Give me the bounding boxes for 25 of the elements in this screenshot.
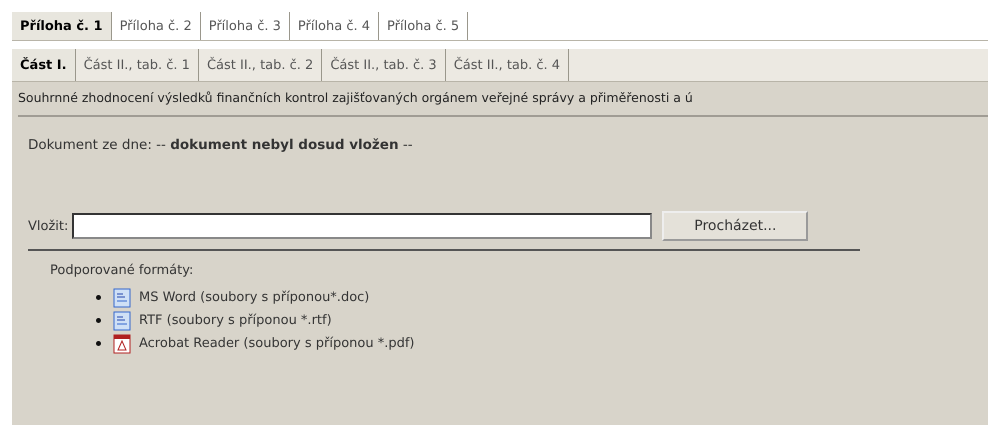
tab[interactable]: Část I. [12,49,76,81]
format-label: Acrobat Reader (soubory s příponou *.pdf) [139,335,414,353]
bullet-icon [96,295,101,300]
tab[interactable]: Část II., tab. č. 1 [76,49,199,81]
tab[interactable]: Příloha č. 4 [290,12,380,40]
tab[interactable]: Příloha č. 1 [12,12,112,40]
format-label: MS Word (soubory s příponou*.doc) [139,289,370,307]
format-label: RTF (soubory s příponou *.rtf) [139,312,332,330]
bullet-icon [96,341,101,346]
document-icon [113,288,131,308]
tab[interactable]: Příloha č. 2 [112,12,201,40]
browse-button[interactable]: Procházet... [662,211,808,241]
description-text: Souhrnné zhodnocení výsledků finančních kontrol zajišťovaných orgánem veřejné správy a přiměřenosti a ú [18,90,988,117]
bullet-icon [96,318,101,323]
upload-label: Vložit: [28,218,68,234]
document-status: Dokument ze dne: -- dokument nebyl dosud vložen -- [28,137,414,153]
file-path-field[interactable] [72,213,652,239]
tab[interactable]: Příloha č. 5 [379,12,468,40]
tab[interactable]: Část II., tab. č. 4 [446,49,570,81]
formats-title: Podporované formáty: [50,263,194,278]
tab[interactable]: Část II., tab. č. 3 [322,49,446,81]
document-icon [113,310,131,330]
pdf-document-icon [113,334,131,354]
tab[interactable]: Příloha č. 3 [200,12,290,40]
tab[interactable]: Část II., tab. č. 2 [198,49,322,81]
